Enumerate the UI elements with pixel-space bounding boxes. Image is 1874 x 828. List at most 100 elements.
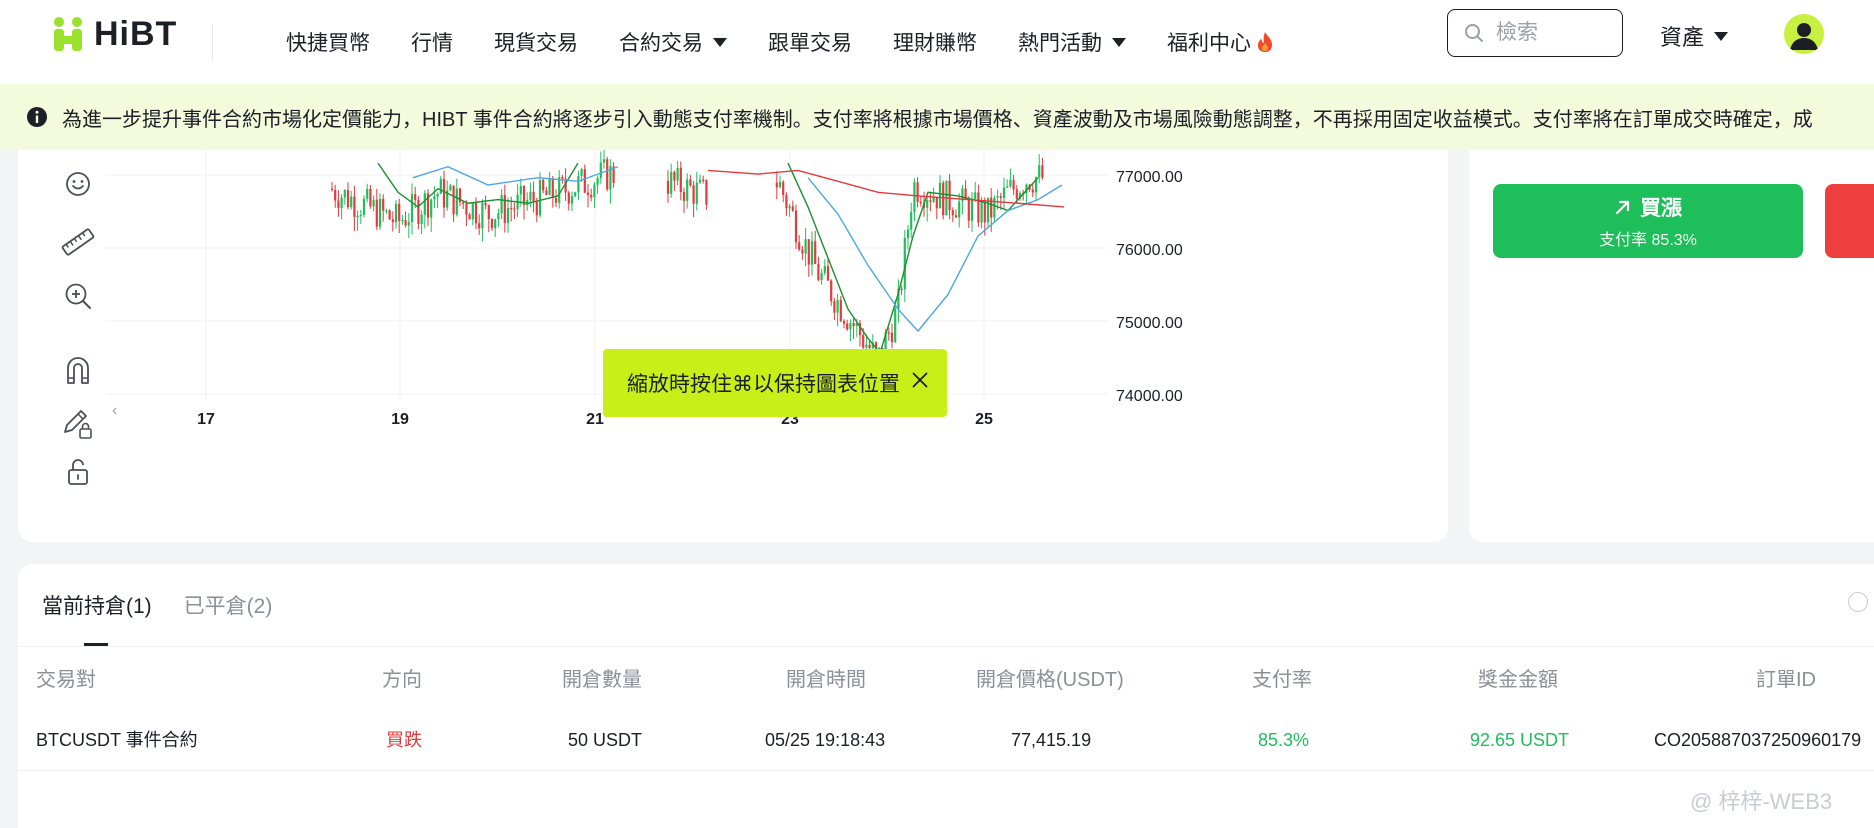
nav-label: 現貨交易: [494, 32, 578, 55]
announcement-bar[interactable]: 為進一步提升事件合約市場化定價能力，HIBT 事件合約將逐步引入動態支付率機制。…: [0, 84, 1874, 150]
candle-body: [673, 171, 676, 181]
candle-body: [868, 344, 871, 349]
candle-body: [574, 192, 577, 197]
candle-body: [846, 323, 849, 330]
tab-closed-positions[interactable]: 已平倉(2): [184, 564, 273, 646]
candle-body: [1031, 189, 1034, 193]
search-icon: [1465, 24, 1483, 42]
logo[interactable]: HiBT: [48, 14, 177, 54]
candle-body: [954, 215, 958, 218]
assets-menu[interactable]: 資產: [1660, 20, 1729, 52]
candle-body: [1006, 186, 1009, 188]
ruler-tool[interactable]: [58, 222, 98, 262]
candle-body: [542, 180, 545, 191]
buy-down-button[interactable]: [1825, 184, 1874, 258]
candle-body: [935, 197, 938, 209]
candle-body: [817, 263, 820, 281]
candle-body: [398, 203, 401, 221]
unlock-tool[interactable]: [58, 452, 98, 492]
candle-body: [350, 196, 353, 208]
emoji-tool[interactable]: [58, 164, 98, 204]
filter-radio[interactable]: [1848, 592, 1868, 612]
candle-body: [807, 239, 810, 265]
cell-rate: 85.3%: [1258, 730, 1310, 750]
cell-pair: BTCUSDT 事件合約: [36, 730, 198, 750]
search-input[interactable]: [1494, 20, 1618, 46]
candle-body: [577, 176, 580, 193]
candle-body: [510, 207, 513, 210]
candle-body: [452, 185, 455, 215]
nav-rewards[interactable]: 福利中心: [1167, 27, 1275, 57]
candle-body: [682, 192, 686, 201]
candle-body: [497, 213, 500, 220]
candle-body: [942, 182, 945, 216]
candle-body: [410, 194, 414, 222]
candle-body: [833, 301, 836, 313]
candle-body: [849, 323, 852, 330]
unlock-icon: [68, 459, 88, 485]
magnet-tool[interactable]: [58, 350, 98, 390]
user-icon: [1790, 23, 1818, 50]
candle-body: [478, 223, 481, 229]
candle-body: [862, 335, 865, 348]
candle-body: [484, 203, 487, 206]
candle-body: [1012, 180, 1015, 190]
x-axis-tick-label: 17: [197, 411, 215, 428]
info-icon: [27, 107, 47, 127]
buy-up-rate: 支付率 85.3%: [1599, 232, 1697, 249]
candle-body: [929, 200, 932, 202]
candle-body: [689, 179, 692, 186]
nav-earn[interactable]: 理財賺幣: [893, 27, 977, 57]
lock-drawings-tool[interactable]: [58, 403, 98, 443]
cell-time: 05/25 19:18:43: [765, 730, 886, 750]
candle-body: [417, 199, 420, 224]
ma-short-line: [377, 162, 579, 208]
candle-body: [593, 184, 596, 198]
search-box[interactable]: [1447, 9, 1623, 57]
candle-body: [606, 159, 609, 190]
nav-market[interactable]: 行情: [411, 27, 453, 57]
candle-body: [958, 201, 961, 218]
zoom-in-tool[interactable]: [58, 276, 98, 316]
y-axis-tick-label: 76000.00: [1116, 242, 1183, 259]
col-amount: 開倉數量: [562, 669, 642, 691]
candle-body: [436, 193, 439, 197]
candle-body: [794, 210, 798, 243]
candle-body: [1002, 187, 1006, 198]
candle-body: [545, 190, 548, 195]
cell-order-id: CO205887037250960179: [1654, 730, 1862, 750]
nav-futures[interactable]: 合約交易: [619, 27, 727, 57]
nav-copy-trading[interactable]: 跟單交易: [768, 27, 852, 57]
tab-current-positions[interactable]: 當前持倉(1): [42, 564, 152, 646]
nav-events[interactable]: 熱門活動: [1018, 27, 1126, 57]
candle-body: [906, 229, 910, 239]
candle-body: [481, 203, 484, 229]
candle-body: [865, 344, 868, 348]
candle-body: [538, 180, 542, 216]
candle-body: [423, 193, 426, 215]
close-icon[interactable]: [907, 367, 933, 393]
candle-body: [337, 200, 340, 209]
candle-body: [356, 215, 359, 218]
candle-body: [919, 201, 922, 204]
collapse-toolbar-icon[interactable]: ‹: [112, 402, 117, 420]
nav-label: 理財賺幣: [893, 32, 977, 55]
user-avatar[interactable]: [1784, 14, 1824, 54]
table-row[interactable]: BTCUSDT 事件合約 買跌 50 USDT 05/25 19:18:43 7…: [18, 710, 1874, 771]
buy-up-button[interactable]: 買漲 支付率 85.3%: [1493, 184, 1803, 258]
candle-body: [503, 195, 506, 223]
tab-label: 當前持倉(1): [42, 595, 152, 618]
nav-spot[interactable]: 現貨交易: [494, 27, 578, 57]
candle-body: [910, 211, 913, 230]
candle-body: [967, 199, 970, 221]
candle-body: [535, 201, 538, 216]
candle-body: [346, 190, 350, 208]
ruler-icon: [61, 228, 95, 256]
candle-body: [814, 241, 817, 264]
nav-quick-buy[interactable]: 快捷買幣: [286, 27, 370, 57]
candle-body: [462, 202, 465, 204]
x-axis-tick-label: 25: [975, 411, 993, 428]
price-chart[interactable]: 77000.0076000.0075000.0074000.0017 19 21 23…: [18, 150, 1448, 542]
candle-body: [775, 182, 778, 188]
logo-text: HiBT: [94, 14, 178, 53]
